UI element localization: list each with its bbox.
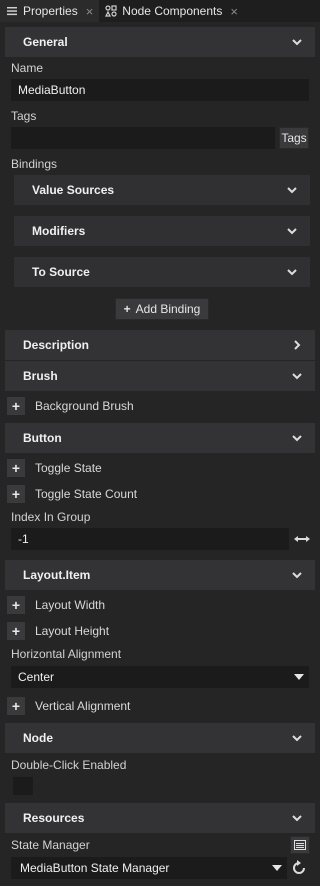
index-in-group-label: Index In Group	[11, 510, 91, 524]
close-icon[interactable]: ×	[86, 4, 94, 19]
name-label: Name	[11, 61, 44, 75]
horizontal-alignment-label: Horizontal Alignment	[11, 647, 122, 661]
state-manager-select[interactable]: MediaButton State Manager	[11, 857, 287, 879]
dropdown-arrow-icon	[294, 674, 304, 680]
background-brush-label: Background Brush	[35, 399, 134, 413]
toggle-state-count-label: Toggle State Count	[35, 487, 138, 501]
chevron-down-icon	[292, 735, 302, 742]
section-resources[interactable]: Resources	[5, 803, 315, 833]
chevron-down-icon	[287, 187, 297, 194]
chevron-down-icon	[287, 269, 297, 276]
chevron-down-icon	[292, 373, 302, 380]
tab-node-components-label: Node Components	[122, 4, 223, 18]
toggle-state-label: Toggle State	[35, 461, 102, 475]
bindings-label: Bindings	[11, 157, 58, 171]
index-in-group-field[interactable]: -1	[11, 528, 289, 550]
section-layout-item-label: Layout.Item	[23, 568, 91, 582]
section-button-label: Button	[23, 431, 62, 445]
dropdown-arrow-icon	[272, 865, 282, 871]
add-binding-label: Add Binding	[135, 302, 201, 316]
section-brush-label: Brush	[23, 369, 58, 383]
add-toggle-state-count[interactable]: + Toggle State Count	[7, 484, 137, 504]
name-field[interactable]: MediaButton	[11, 79, 309, 101]
double-click-enabled-label: Double-Click Enabled	[11, 758, 127, 772]
chevron-down-icon	[287, 228, 297, 235]
plus-icon[interactable]: +	[7, 697, 25, 715]
section-general-label: General	[23, 35, 68, 49]
list-icon	[6, 5, 18, 17]
chevron-down-icon	[292, 572, 302, 579]
drag-horizontal-icon[interactable]	[293, 534, 311, 544]
state-manager-value: MediaButton State Manager	[20, 861, 170, 875]
layout-height-label: Layout Height	[35, 624, 110, 638]
chevron-right-icon	[294, 340, 301, 350]
add-background-brush[interactable]: + Background Brush	[7, 396, 134, 416]
components-icon	[105, 5, 117, 17]
tags-label: Tags	[11, 109, 37, 123]
plus-icon[interactable]: +	[7, 622, 25, 640]
properties-panel: General Name MediaButton Tags Tags Bindi…	[0, 22, 320, 886]
plus-icon[interactable]: +	[7, 596, 25, 614]
section-general[interactable]: General	[5, 27, 315, 57]
section-resources-label: Resources	[23, 811, 85, 825]
section-button[interactable]: Button	[5, 423, 315, 453]
layout-width-label: Layout Width	[35, 598, 106, 612]
tab-bar: Properties × Node Components ×	[0, 0, 320, 22]
close-icon[interactable]: ×	[230, 4, 238, 19]
add-layout-width[interactable]: + Layout Width	[7, 595, 105, 615]
tab-properties-label: Properties	[23, 4, 78, 18]
tab-node-components[interactable]: Node Components ×	[99, 0, 244, 22]
section-node-label: Node	[23, 731, 53, 745]
section-layout-item[interactable]: Layout.Item	[5, 560, 315, 590]
window-icon	[294, 840, 306, 850]
section-to-source-label: To Source	[32, 265, 90, 279]
plus-icon[interactable]: +	[7, 485, 25, 503]
reset-icon[interactable]	[291, 860, 307, 876]
tags-field[interactable]	[11, 127, 275, 149]
chevron-down-icon	[292, 815, 302, 822]
section-modifiers[interactable]: Modifiers	[14, 216, 310, 246]
tab-properties[interactable]: Properties ×	[0, 0, 100, 22]
state-manager-label: State Manager	[11, 838, 90, 852]
plus-icon[interactable]: +	[7, 397, 25, 415]
add-layout-height[interactable]: + Layout Height	[7, 621, 109, 641]
section-value-sources-label: Value Sources	[32, 183, 115, 197]
tags-button[interactable]: Tags	[279, 127, 309, 149]
section-modifiers-label: Modifiers	[32, 224, 86, 238]
chevron-down-icon	[292, 39, 302, 46]
horizontal-alignment-select[interactable]: Center	[11, 666, 309, 688]
add-toggle-state[interactable]: + Toggle State	[7, 458, 102, 478]
plus-icon[interactable]: +	[7, 459, 25, 477]
state-manager-open-button[interactable]	[290, 836, 310, 854]
add-binding-button[interactable]: + Add Binding	[115, 298, 209, 320]
section-description[interactable]: Description	[5, 330, 315, 360]
section-node[interactable]: Node	[5, 723, 315, 753]
horizontal-alignment-value: Center	[18, 670, 55, 684]
double-click-enabled-checkbox[interactable]	[13, 777, 33, 795]
section-value-sources[interactable]: Value Sources	[14, 175, 310, 205]
section-brush[interactable]: Brush	[5, 361, 315, 391]
chevron-down-icon	[292, 435, 302, 442]
add-vertical-alignment[interactable]: + Vertical Alignment	[7, 696, 130, 716]
section-description-label: Description	[23, 338, 90, 352]
vertical-alignment-label: Vertical Alignment	[35, 699, 131, 713]
plus-icon: +	[123, 302, 131, 316]
section-to-source[interactable]: To Source	[14, 257, 310, 287]
